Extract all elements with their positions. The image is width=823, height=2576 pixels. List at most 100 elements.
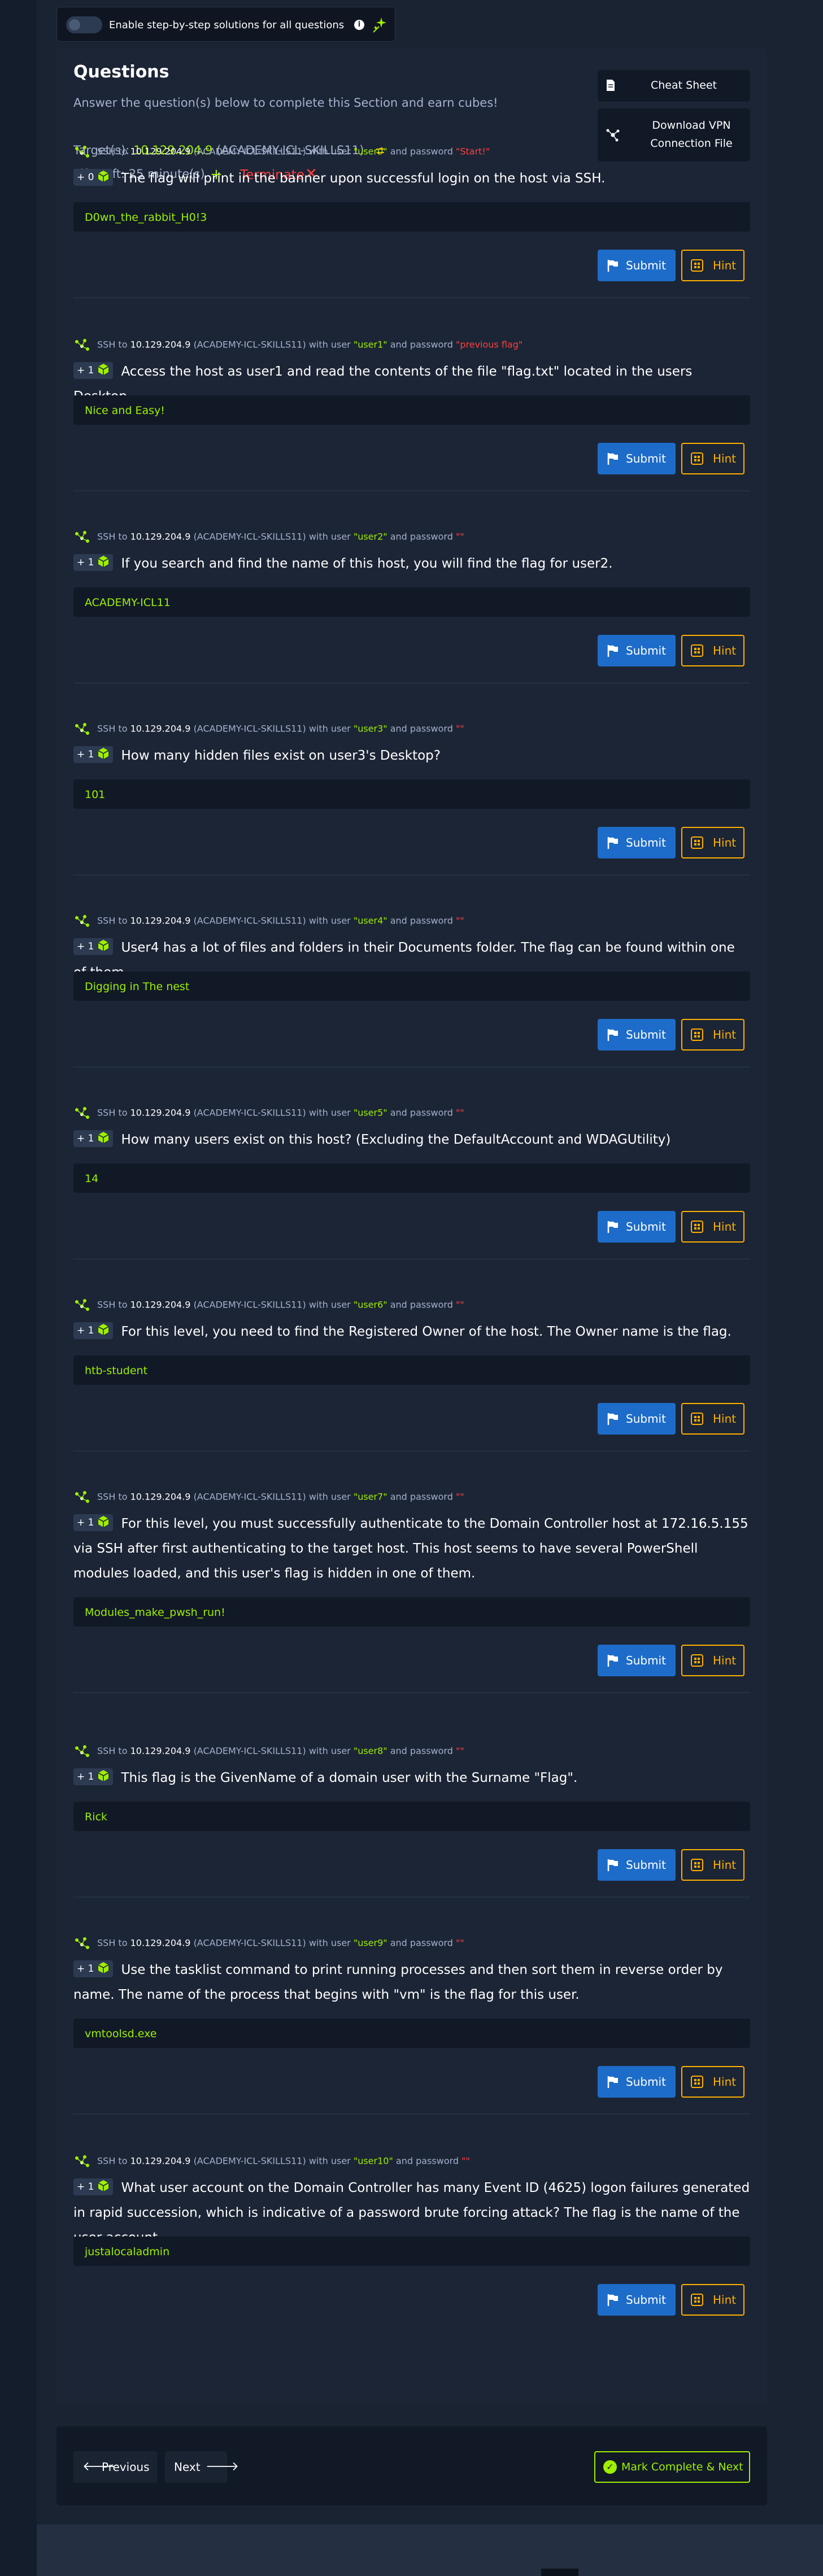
ssh-ip: 10.129.204.9 xyxy=(130,1937,191,1949)
ssh-password: "" xyxy=(461,2155,470,2167)
cube-icon xyxy=(97,2180,110,2192)
info-icon[interactable]: i xyxy=(354,20,364,30)
next-button[interactable]: Next 🡒 xyxy=(165,2451,239,2483)
sparkle-icon[interactable] xyxy=(371,15,388,33)
cube-icon xyxy=(97,939,110,952)
ssh-icon xyxy=(73,1490,90,1505)
submit-button[interactable]: Submit xyxy=(598,1019,676,1051)
submit-label: Submit xyxy=(626,836,666,849)
submit-button[interactable]: Submit xyxy=(598,2284,676,2316)
step-by-step-switch[interactable] xyxy=(66,16,102,33)
ssh-with-user: with user xyxy=(308,339,351,350)
ssh-user: "user8" xyxy=(353,1745,387,1756)
answer-input[interactable]: Rick xyxy=(73,1802,750,1831)
hint-label: Hint xyxy=(713,2293,737,2307)
hint-button[interactable]: Hint xyxy=(681,635,744,666)
cube-icon xyxy=(97,363,110,376)
ssh-user: "user6" xyxy=(353,1299,387,1310)
hint-button[interactable]: Hint xyxy=(681,443,744,474)
hint-label: Hint xyxy=(713,1220,737,1233)
switch-knob[interactable] xyxy=(69,19,80,30)
flag-icon xyxy=(607,259,619,272)
answer-input[interactable]: 14 xyxy=(73,1163,750,1193)
submit-button[interactable]: Submit xyxy=(598,443,676,474)
hint-button[interactable]: Hint xyxy=(681,1403,744,1435)
arrow-right-icon: 🡒 xyxy=(206,2460,239,2474)
ssh-prefix: SSH to xyxy=(97,1491,128,1502)
hint-button[interactable]: Hint xyxy=(681,1019,744,1051)
question-divider xyxy=(73,1450,750,1452)
question-divider xyxy=(73,1066,750,1067)
submit-button[interactable]: Submit xyxy=(598,1211,676,1243)
submit-button[interactable]: Submit xyxy=(598,2066,676,2098)
submit-label: Submit xyxy=(626,1654,666,1667)
submit-button[interactable]: Submit xyxy=(598,1849,676,1881)
ssh-host-name: (ACADEMY-ICL-SKILLS11) xyxy=(193,915,306,926)
ssh-icon xyxy=(73,1106,90,1121)
cube-reward-value: + 1 xyxy=(77,1516,94,1528)
hint-button[interactable]: Hint xyxy=(681,250,744,281)
question-divider xyxy=(73,1258,750,1259)
previous-button[interactable]: 🡐 Previous xyxy=(73,2451,157,2483)
answer-value: justalocaladmin xyxy=(85,2246,170,2258)
mark-complete-button[interactable]: ✓ Mark Complete & Next xyxy=(594,2451,750,2483)
document-icon xyxy=(607,80,615,91)
ssh-icon xyxy=(73,914,90,929)
hint-icon xyxy=(690,1654,704,1667)
ssh-icon xyxy=(73,2154,90,2169)
cube-reward-value: + 1 xyxy=(77,556,94,568)
check-circle-icon: ✓ xyxy=(603,2460,617,2474)
answer-input[interactable]: Modules_make_pwsh_run! xyxy=(73,1597,750,1627)
question-divider xyxy=(73,2113,750,2115)
hint-button[interactable]: Hint xyxy=(681,1849,744,1881)
ssh-password: "" xyxy=(455,1107,464,1118)
ssh-with-user: with user xyxy=(308,531,351,542)
answer-input[interactable]: ACADEMY-ICL11 xyxy=(73,587,750,617)
ssh-user: "user1" xyxy=(353,339,387,350)
hint-icon xyxy=(690,644,704,657)
answer-input[interactable]: 101 xyxy=(73,779,750,809)
cube-reward-value: + 1 xyxy=(77,364,94,376)
cube-reward-value: + 0 xyxy=(77,171,94,183)
cube-icon xyxy=(97,747,110,760)
ssh-prefix: SSH to xyxy=(97,2155,128,2167)
ssh-with-user: with user xyxy=(308,723,351,734)
hint-button[interactable]: Hint xyxy=(681,1211,744,1243)
ssh-host-name: (ACADEMY-ICL-SKILLS11) xyxy=(193,2155,306,2167)
ssh-password: "" xyxy=(455,915,464,926)
answer-input[interactable]: htb-student xyxy=(73,1355,750,1385)
answer-input[interactable]: Nice and Easy! xyxy=(73,395,750,425)
answer-input[interactable]: vmtoolsd.exe xyxy=(73,2019,750,2048)
cube-reward-badge: + 1 xyxy=(73,746,114,763)
ssh-and-password: and password xyxy=(390,1937,453,1949)
ssh-ip: 10.129.204.9 xyxy=(130,915,191,926)
cube-icon xyxy=(97,1962,110,1974)
submit-button[interactable]: Submit xyxy=(598,635,676,666)
hint-button[interactable]: Hint xyxy=(681,2066,744,2098)
answer-input[interactable]: D0wn_the_rabbit_H0!3 xyxy=(73,202,750,232)
hint-button[interactable]: Hint xyxy=(681,1645,744,1676)
section-title: Questions xyxy=(73,62,169,82)
cube-reward-badge: + 1 xyxy=(73,1130,114,1147)
question-text: What user account on the Domain Controll… xyxy=(73,2181,750,2245)
submit-button[interactable]: Submit xyxy=(598,250,676,281)
submit-label: Submit xyxy=(626,644,666,657)
ssh-with-user: with user xyxy=(308,146,351,157)
submit-button[interactable]: Submit xyxy=(598,827,676,858)
ssh-instruction: SSH to 10.129.204.9 (ACADEMY-ICL-SKILLS1… xyxy=(73,2154,470,2171)
hint-icon xyxy=(690,259,704,272)
ssh-instruction: SSH to 10.129.204.9 (ACADEMY-ICL-SKILLS1… xyxy=(73,1936,464,1953)
submit-button[interactable]: Submit xyxy=(598,1645,676,1676)
ssh-and-password: and password xyxy=(390,1299,453,1310)
answer-input[interactable]: justalocaladmin xyxy=(73,2237,750,2266)
ssh-ip: 10.129.204.9 xyxy=(130,1299,191,1310)
cube-reward-value: + 1 xyxy=(77,1324,94,1336)
question-text-row: + 1 If you search and find the name of th… xyxy=(73,551,750,576)
answer-input[interactable]: Digging in The nest xyxy=(73,971,750,1001)
hint-button[interactable]: Hint xyxy=(681,2284,744,2316)
ssh-user: "user2" xyxy=(353,531,387,542)
cheat-sheet-button[interactable]: Cheat Sheet xyxy=(598,70,750,102)
hint-button[interactable]: Hint xyxy=(681,827,744,858)
cube-reward-value: + 1 xyxy=(77,1963,94,1975)
submit-button[interactable]: Submit xyxy=(598,1403,676,1435)
